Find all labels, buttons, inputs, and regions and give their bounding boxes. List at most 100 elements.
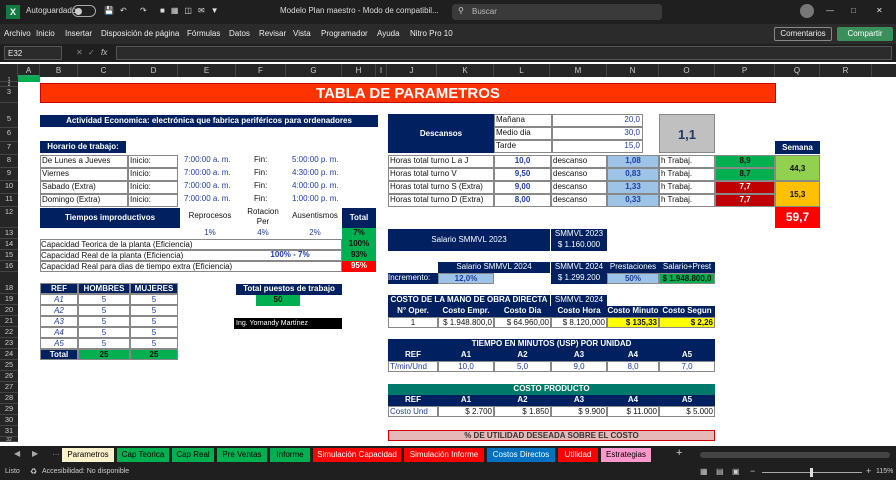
fin-label-3[interactable]: Fin:: [254, 194, 284, 207]
mo-val-3[interactable]: $ 8.120,000: [551, 317, 607, 328]
mujeres-cell-4[interactable]: 5: [130, 338, 178, 349]
puestos-label[interactable]: Total puestos de trabajo: [236, 284, 342, 295]
tiempo-head-3[interactable]: A3: [551, 350, 607, 361]
save-icon[interactable]: 💾: [104, 6, 114, 15]
hombres-cell-1[interactable]: 5: [78, 305, 130, 316]
rotacion-value[interactable]: 4%: [240, 228, 286, 239]
tiempo-head-2[interactable]: A2: [494, 350, 551, 361]
costo-head-3[interactable]: A3: [551, 395, 607, 406]
fin-hora-3[interactable]: 1:00:00 p. m.: [292, 194, 362, 207]
ausentismos-label[interactable]: Ausentismos: [288, 211, 342, 223]
more-sheets-icon[interactable]: …: [52, 448, 60, 457]
row-29[interactable]: 29: [0, 404, 18, 415]
col-O[interactable]: O: [659, 64, 715, 77]
row-21[interactable]: 21: [0, 316, 18, 327]
smmvl24-header[interactable]: SMMVL 2024: [551, 262, 607, 273]
fin-label-2[interactable]: Fin:: [254, 181, 284, 194]
turno-0-descanso-value[interactable]: 1,08: [607, 155, 659, 168]
tiempo-val-1[interactable]: 10,0: [438, 361, 494, 372]
col-L[interactable]: L: [494, 64, 550, 77]
prev-sheet-icon[interactable]: ◀: [14, 449, 20, 458]
cap-extra-value[interactable]: 95%: [342, 261, 376, 272]
row-11[interactable]: 11: [0, 194, 18, 207]
fin-hora-0[interactable]: 5:00:00 p. m.: [292, 155, 362, 168]
zoom-in-icon[interactable]: +: [866, 466, 871, 476]
tiempo-head-0[interactable]: REF: [388, 350, 438, 361]
formula-input[interactable]: [116, 46, 892, 60]
smmvl24-value[interactable]: $ 1.299.200: [551, 273, 607, 284]
tab-cap-teorica[interactable]: Cap Teorica: [117, 448, 169, 462]
select-all[interactable]: [0, 64, 18, 77]
inicio-label-3[interactable]: Inicio:: [128, 194, 178, 207]
salprest-label[interactable]: Salario+Prest: [659, 262, 715, 273]
mo-head-4[interactable]: Costo Minuto: [607, 306, 659, 317]
tab-vista[interactable]: Vista: [293, 29, 311, 38]
tiempo-val-4[interactable]: 8,0: [607, 361, 659, 372]
tiempo-title[interactable]: TIEMPO EN MINUTOS (USP) POR UNIDAD: [388, 339, 715, 350]
share-button[interactable]: Compartir: [837, 27, 893, 41]
row-20[interactable]: 20: [0, 305, 18, 316]
mo-head-3[interactable]: Costo Hora: [551, 306, 607, 317]
turno-3-value[interactable]: 8,00: [494, 194, 551, 207]
row-9[interactable]: 9: [0, 168, 18, 181]
cancel-icon[interactable]: ✕: [76, 48, 83, 57]
page-layout-icon[interactable]: ▤: [716, 467, 724, 476]
puestos-value[interactable]: 50: [256, 295, 300, 306]
fin-label-1[interactable]: Fin:: [254, 168, 284, 181]
mo-val-5[interactable]: $ 2,26: [659, 317, 715, 328]
mujeres-cell-2[interactable]: 5: [130, 316, 178, 327]
sheet-grid[interactable]: TABLA DE PARAMETROS Actividad Economica:…: [18, 77, 896, 442]
ref-cell-3[interactable]: A4: [40, 327, 78, 338]
total-hombres[interactable]: 25: [78, 349, 130, 360]
undo-icon[interactable]: ↶: [120, 6, 127, 15]
quick-access-icons[interactable]: ■▦◫✉▼: [160, 6, 225, 15]
search-box[interactable]: ⚲ Buscar: [452, 4, 662, 20]
manana-value[interactable]: 20,0: [552, 114, 643, 127]
fin-hora-1[interactable]: 4:30:00 p. m.: [292, 168, 362, 181]
inicio-label-0[interactable]: Inicio:: [128, 155, 178, 168]
turno-2-label[interactable]: Horas total turno S (Extra): [388, 181, 494, 194]
turno-0-value[interactable]: 10,0: [494, 155, 551, 168]
semana-1-value[interactable]: 44,3: [775, 155, 820, 181]
mo-head-5[interactable]: Costo Segun: [659, 306, 715, 317]
tab-informe[interactable]: Informe: [270, 448, 310, 462]
col-P[interactable]: P: [715, 64, 775, 77]
row-16[interactable]: 16: [0, 261, 18, 272]
row-23[interactable]: 23: [0, 338, 18, 349]
ref-cell-4[interactable]: A5: [40, 338, 78, 349]
tab-cap-real[interactable]: Cap Real: [172, 448, 214, 462]
tab-parametros[interactable]: Parametros: [62, 448, 114, 462]
costo-val-4[interactable]: $ 11.000: [607, 406, 659, 417]
row-30[interactable]: 30: [0, 415, 18, 426]
tab-simulacion-capacidad[interactable]: Simulación Capacidad: [313, 448, 401, 462]
sheet-title[interactable]: TABLA DE PARAMETROS: [40, 83, 776, 103]
turno-3-htrabaj-value[interactable]: 7,7: [715, 194, 775, 207]
costo-head-1[interactable]: A1: [438, 395, 494, 406]
tab-estrategias[interactable]: Estrategias: [601, 448, 651, 462]
accessibility-status[interactable]: Accesibilidad: No disponible: [42, 468, 129, 475]
fin-hora-2[interactable]: 4:00:00 p. m.: [292, 181, 362, 194]
row-26[interactable]: 26: [0, 371, 18, 382]
page-break-icon[interactable]: ▣: [732, 467, 740, 476]
zoom-level[interactable]: 115%: [876, 468, 893, 475]
col-G[interactable]: G: [286, 64, 342, 77]
hombres-cell-3[interactable]: 5: [78, 327, 130, 338]
tab-disposicion[interactable]: Disposición de página: [101, 29, 179, 38]
dia-2[interactable]: Sabado (Extra): [40, 181, 128, 194]
row-25[interactable]: 25: [0, 360, 18, 371]
tab-pre-ventas[interactable]: Pre Ventas: [217, 448, 267, 462]
name-box[interactable]: E32: [4, 46, 62, 60]
col-Q[interactable]: Q: [775, 64, 820, 77]
tiempo-head-5[interactable]: A5: [659, 350, 715, 361]
turno-1-value[interactable]: 9,50: [494, 168, 551, 181]
turno-2-value[interactable]: 9,00: [494, 181, 551, 194]
row-7[interactable]: 7: [0, 142, 18, 155]
turno-3-label[interactable]: Horas total turno D (Extra): [388, 194, 494, 207]
medio-label[interactable]: Medio dia: [494, 127, 552, 140]
fx-label[interactable]: fx: [101, 48, 107, 57]
prestaciones-label[interactable]: Prestaciones: [607, 262, 659, 273]
row-27[interactable]: 27: [0, 382, 18, 393]
horario-label[interactable]: Horario de trabajo:: [40, 141, 126, 153]
col-F[interactable]: F: [236, 64, 286, 77]
utilidad-title[interactable]: % DE UTILIDAD DESEADA SOBRE EL COSTO: [388, 430, 715, 441]
